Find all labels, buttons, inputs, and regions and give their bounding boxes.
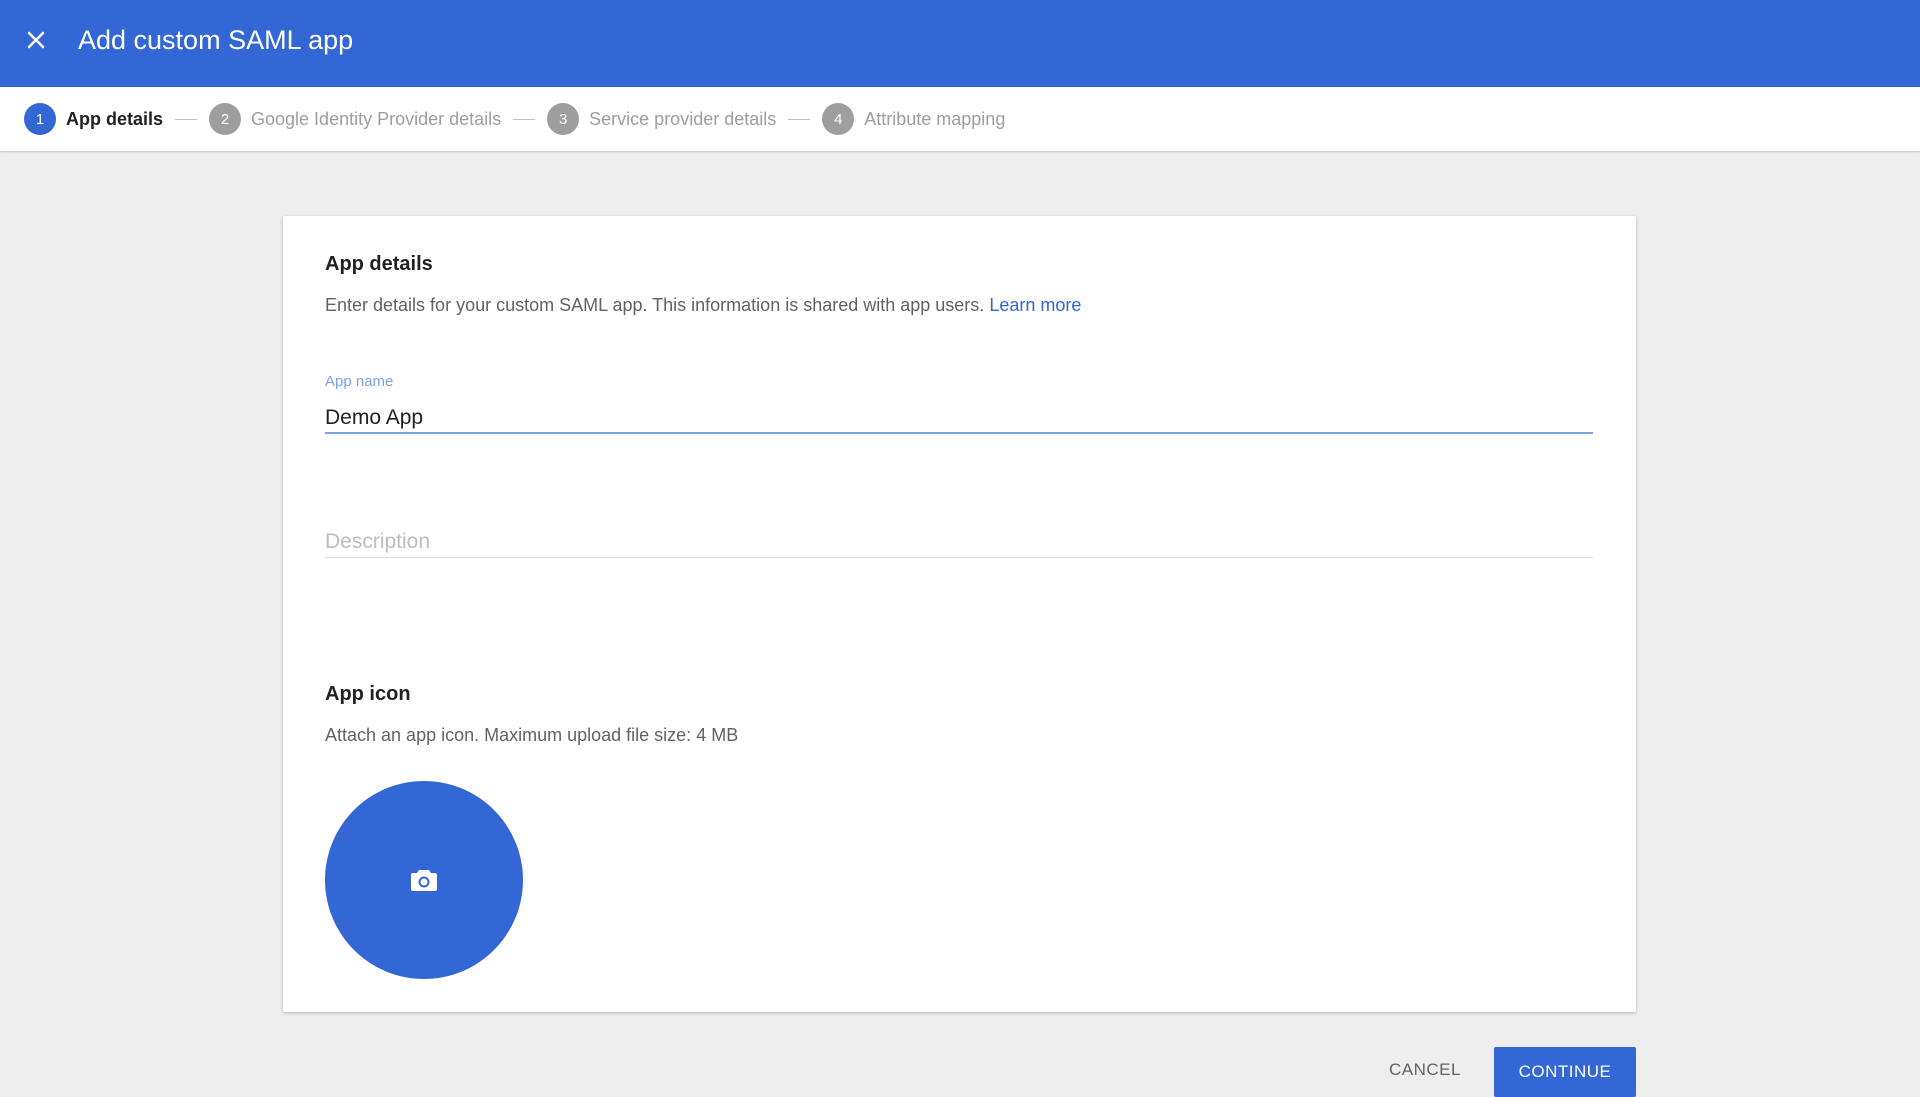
step-app-details[interactable]: 1 App details (24, 103, 163, 135)
app-icon-title: App icon (325, 683, 411, 705)
step-label: Google Identity Provider details (251, 108, 502, 129)
app-details-description: Enter details for your custom SAML app. … (325, 295, 1081, 316)
step-connector (175, 118, 198, 120)
step-service-provider-details[interactable]: 3 Service provider details (547, 103, 776, 135)
app-icon-description: Attach an app icon. Maximum upload file … (325, 725, 739, 745)
cancel-button[interactable]: CANCEL (1378, 1047, 1472, 1093)
app-name-input[interactable] (325, 402, 1593, 434)
header-bar: Add custom SAML app (0, 0, 1920, 87)
close-button[interactable] (20, 24, 52, 56)
step-label: Service provider details (589, 108, 777, 129)
step-label: App details (66, 108, 164, 129)
stepper: 1 App details 2 Google Identity Provider… (0, 87, 1920, 151)
step-attribute-mapping[interactable]: 4 Attribute mapping (822, 103, 1005, 135)
step-connector (513, 118, 536, 120)
learn-more-link[interactable]: Learn more (989, 295, 1081, 315)
step-number: 4 (822, 103, 855, 135)
step-connector (788, 118, 811, 120)
app-name-underline (325, 432, 1593, 434)
app-icon-upload-button[interactable] (325, 781, 523, 979)
app-name-label: App name (325, 373, 394, 390)
step-google-idp-details[interactable]: 2 Google Identity Provider details (209, 103, 501, 135)
continue-button[interactable]: CONTINUE (1494, 1047, 1636, 1097)
step-number: 1 (24, 103, 56, 135)
step-label: Attribute mapping (864, 108, 1006, 129)
step-number: 3 (547, 103, 580, 135)
app-details-card: App details Enter details for your custo… (283, 216, 1636, 1012)
camera-icon (411, 870, 437, 891)
description-input[interactable] (325, 526, 1593, 558)
app-details-title: App details (325, 253, 433, 275)
page-title: Add custom SAML app (78, 25, 354, 55)
close-icon (27, 31, 45, 49)
step-number: 2 (209, 103, 242, 135)
app-details-description-text: Enter details for your custom SAML app. … (325, 295, 985, 315)
description-underline (325, 557, 1593, 558)
